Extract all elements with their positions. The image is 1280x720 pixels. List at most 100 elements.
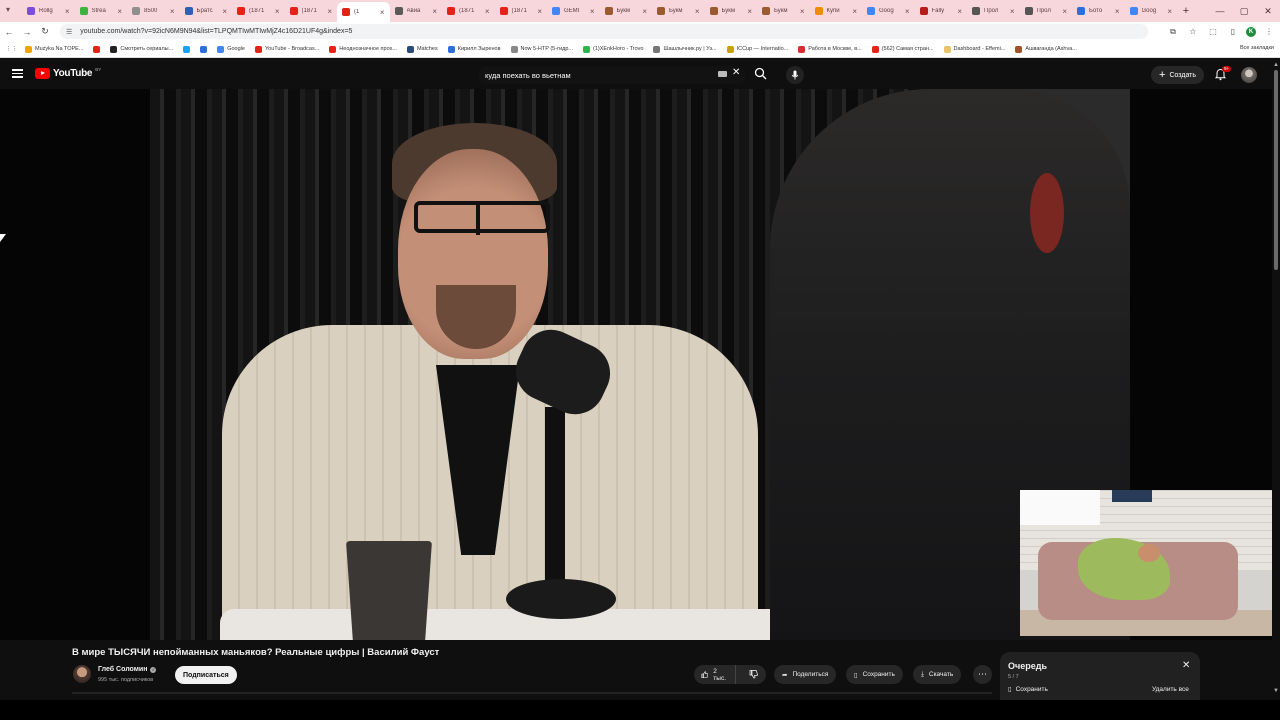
scrollbar-thumb[interactable] xyxy=(1274,70,1278,270)
maximize-icon[interactable]: ▢ xyxy=(1232,0,1256,22)
search-icon[interactable] xyxy=(754,67,767,80)
browser-tab[interactable]: (1 × xyxy=(337,2,390,22)
like-button[interactable]: 2 тыс. xyxy=(694,665,736,684)
tab-close-icon[interactable]: × xyxy=(1115,7,1120,16)
account-avatar[interactable] xyxy=(1241,67,1257,83)
bookmark-star-icon[interactable]: ☆ xyxy=(1186,27,1200,36)
new-tab-button[interactable]: + xyxy=(1177,5,1195,17)
bookmark-item[interactable]: (562) Самая стран... xyxy=(870,45,936,53)
keyboard-icon[interactable] xyxy=(718,71,727,77)
bookmark-item[interactable]: Шашлычник.ру | Уз... xyxy=(651,45,718,53)
tab-close-icon[interactable]: × xyxy=(1062,7,1067,16)
hamburger-menu-icon[interactable] xyxy=(12,69,23,78)
browser-tab[interactable]: Fally × xyxy=(915,2,968,20)
sidebar-icon[interactable]: ▯ xyxy=(1226,27,1240,36)
queue-save-button[interactable]: ▯ Сохранить xyxy=(1008,685,1048,694)
bookmark-item[interactable]: Работа в Москве, в... xyxy=(796,45,863,53)
bookmark-item[interactable]: Неоднозначное прох... xyxy=(327,45,399,53)
scroll-up-arrow-icon[interactable]: ▲ xyxy=(1273,62,1279,68)
save-button[interactable]: ▯ Сохранить xyxy=(846,665,903,684)
tab-close-icon[interactable]: × xyxy=(590,7,595,16)
tab-close-icon[interactable]: × xyxy=(905,7,910,16)
tab-close-icon[interactable]: × xyxy=(852,7,857,16)
tab-close-icon[interactable]: × xyxy=(117,7,122,16)
close-window-icon[interactable]: ✕ xyxy=(1256,0,1280,22)
bookmark-item[interactable]: ICCup — Internatio... xyxy=(725,45,791,53)
browser-tab[interactable]: Strea × xyxy=(75,2,128,20)
apps-icon[interactable]: ⋮⋮ xyxy=(4,46,19,52)
download-button[interactable]: ⤓ Скачать xyxy=(913,665,962,684)
browser-tab[interactable]: Goog × xyxy=(862,2,915,20)
browser-tab[interactable]: Авиа × xyxy=(390,2,443,20)
browser-tab[interactable]: (1871 × xyxy=(232,2,285,20)
browser-tab[interactable]: GEMI × xyxy=(547,2,600,20)
browser-tab[interactable]: (1871 × xyxy=(495,2,548,20)
browser-tab[interactable]: Бото × xyxy=(1072,2,1125,20)
tab-close-icon[interactable]: × xyxy=(432,7,437,16)
browser-tab[interactable]: Букм × xyxy=(652,2,705,20)
tab-close-icon[interactable]: × xyxy=(747,7,752,16)
queue-clear-all-button[interactable]: Удалить все xyxy=(1152,686,1189,693)
tab-close-icon[interactable]: × xyxy=(957,7,962,16)
profile-avatar[interactable]: K xyxy=(1246,26,1256,37)
bookmark-item[interactable]: Ашваганда (Ashva... xyxy=(1013,45,1078,53)
search-input[interactable]: куда поехать во вьетнам xyxy=(478,66,746,84)
forward-icon[interactable]: → xyxy=(18,27,36,37)
bookmark-item[interactable] xyxy=(91,45,102,53)
tab-close-icon[interactable]: × xyxy=(1010,7,1015,16)
tab-close-icon[interactable]: × xyxy=(642,7,647,16)
browser-tab[interactable]: Goog × xyxy=(1125,2,1178,20)
channel-name[interactable]: Глеб Соломин xyxy=(98,666,147,673)
browser-tab[interactable]: Прол × xyxy=(967,2,1020,20)
share-button[interactable]: ➦ Поделиться xyxy=(774,665,837,684)
tab-close-icon[interactable]: × xyxy=(695,7,700,16)
tab-close-icon[interactable]: × xyxy=(800,7,805,16)
youtube-logo[interactable]: YouTube BY xyxy=(35,67,101,79)
browser-tab[interactable]: Купи × xyxy=(810,2,863,20)
back-icon[interactable]: ← xyxy=(0,27,18,37)
browser-tab[interactable]: Букм × xyxy=(600,2,653,20)
channel-name-row[interactable]: Глеб Соломин ✓ xyxy=(98,666,157,673)
dislike-button[interactable] xyxy=(741,665,766,684)
bookmark-item[interactable]: Matches xyxy=(405,45,440,53)
close-queue-icon[interactable]: ✕ xyxy=(1182,660,1190,671)
bookmark-item[interactable]: Смотреть сериалы... xyxy=(108,45,175,53)
bookmark-item[interactable]: Кирилл Зыренов xyxy=(446,45,503,53)
tab-close-icon[interactable]: × xyxy=(537,7,542,16)
site-info-icon[interactable]: ☰ xyxy=(66,28,72,36)
browser-tab[interactable]: Прол × xyxy=(1020,2,1073,20)
bookmark-item[interactable]: Google xyxy=(215,45,247,53)
tab-close-icon[interactable]: × xyxy=(65,7,70,16)
install-icon[interactable]: ⧉ xyxy=(1166,27,1180,37)
bookmark-item[interactable] xyxy=(198,45,209,53)
tab-close-icon[interactable]: × xyxy=(222,7,227,16)
reload-icon[interactable]: ↻ xyxy=(36,26,54,37)
scroll-down-arrow-icon[interactable]: ▼ xyxy=(1273,688,1279,694)
tab-close-icon[interactable]: × xyxy=(1167,7,1172,16)
all-bookmarks-link[interactable]: Все закладки xyxy=(1240,45,1274,51)
voice-search-button[interactable] xyxy=(786,66,804,84)
browser-tab[interactable]: Братс × xyxy=(180,2,233,20)
bookmark-item[interactable] xyxy=(181,45,192,53)
browser-tab[interactable]: (1871 × xyxy=(442,2,495,20)
subscribe-button[interactable]: Подписаться xyxy=(175,666,237,684)
browser-tab[interactable]: (1871 × xyxy=(285,2,338,20)
bookmark-item[interactable]: Now 5-HTP (5-гидр... xyxy=(509,45,576,53)
minimize-icon[interactable]: — xyxy=(1208,0,1232,22)
bookmark-item[interactable]: Muzyka Na TOPE... xyxy=(23,45,85,53)
tab-close-icon[interactable]: × xyxy=(170,7,175,16)
tab-close-icon[interactable]: × xyxy=(327,7,332,16)
browser-tab[interactable]: Букм × xyxy=(705,2,758,20)
channel-avatar[interactable] xyxy=(73,665,91,683)
browser-menu-icon[interactable]: ⋮ xyxy=(1262,27,1276,36)
bookmark-item[interactable]: YouTube - Broadcas... xyxy=(253,45,321,53)
bookmark-item[interactable]: (1)XEnkHoro - Trovo xyxy=(581,45,645,53)
bookmark-item[interactable]: Dashboard - Effemi... xyxy=(942,45,1008,53)
browser-tab[interactable]: 8500 × xyxy=(127,2,180,20)
tab-close-icon[interactable]: × xyxy=(380,8,385,17)
tab-close-icon[interactable]: × xyxy=(485,7,490,16)
browser-tab[interactable]: Rollg × xyxy=(22,2,75,20)
browser-tab[interactable]: Букм × xyxy=(757,2,810,20)
clear-search-icon[interactable]: ✕ xyxy=(732,67,740,78)
create-button[interactable]: + Создать xyxy=(1151,66,1205,84)
